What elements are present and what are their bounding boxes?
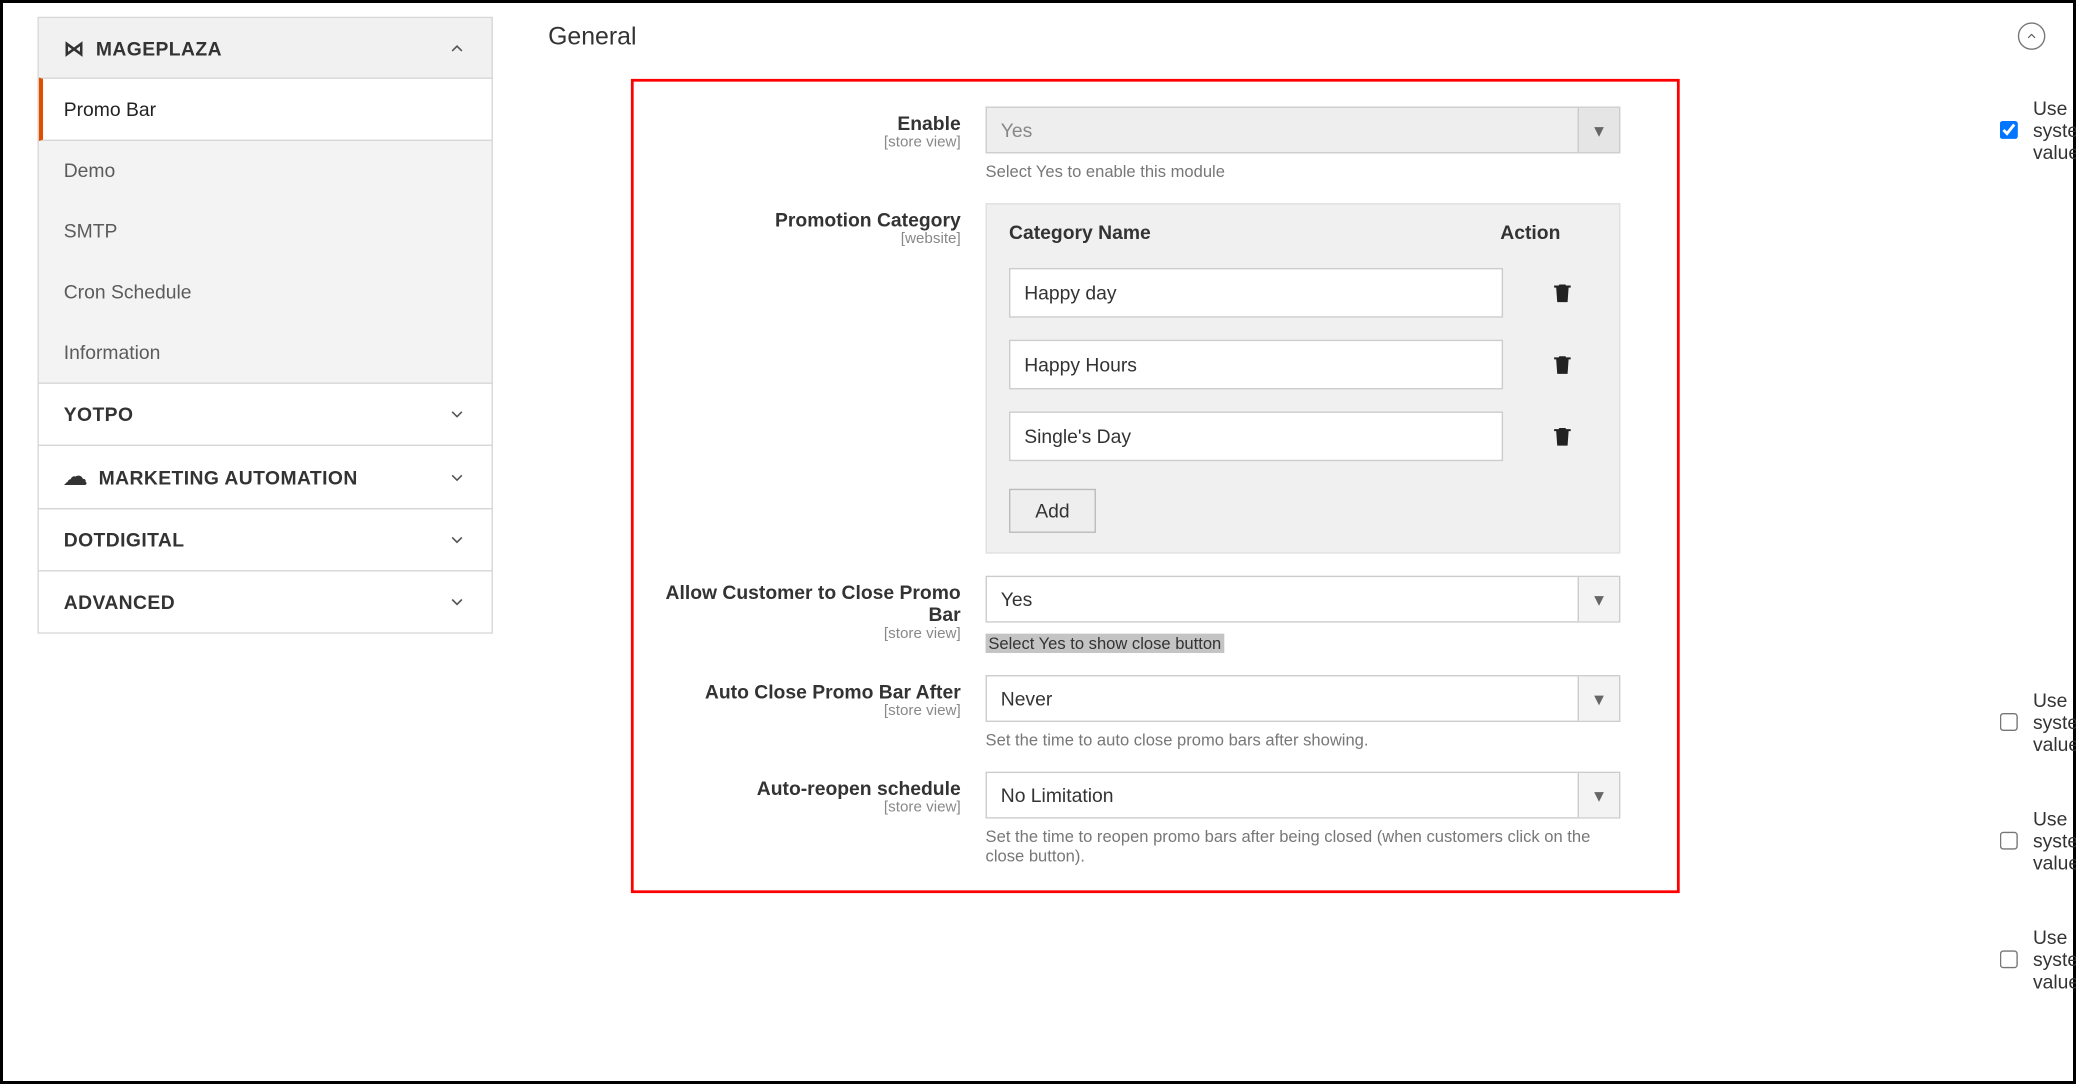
allow-close-select[interactable]: Yes ▾: [986, 576, 1621, 623]
use-system-label: Use system value: [2033, 689, 2076, 755]
sidebar-item-information[interactable]: Information: [39, 322, 492, 383]
chevron-down-icon: [447, 592, 466, 611]
field-note: Set the time to auto close promo bars af…: [986, 730, 1621, 749]
sidebar-group-label: YOTPO: [64, 403, 134, 425]
use-system-enable[interactable]: Use system value: [1994, 97, 2076, 163]
section-title: General: [548, 22, 2037, 51]
sidebar-group-label: ADVANCED: [64, 591, 175, 613]
sidebar-item-cron-schedule[interactable]: Cron Schedule: [39, 261, 492, 322]
field-label-auto-close: Auto Close Promo Bar After: [705, 681, 961, 703]
column-header-name: Category Name: [1009, 221, 1500, 243]
sidebar-group-marketing-automation[interactable]: ☁ MARKETING AUTOMATION: [39, 446, 492, 508]
select-value: No Limitation: [1001, 784, 1114, 806]
delete-row-button[interactable]: [1528, 280, 1597, 305]
use-system-auto-reopen[interactable]: Use system value: [1994, 926, 2076, 992]
sidebar: ⋈ MAGEPLAZA Promo Bar Demo SMTP Cron Sch…: [3, 3, 493, 1086]
field-note: Select Yes to show close button: [986, 634, 1224, 653]
field-note: Set the time to reopen promo bars after …: [986, 827, 1621, 866]
add-category-button[interactable]: Add: [1009, 489, 1096, 533]
promotion-category-table: Category Name Action: [986, 203, 1621, 554]
trash-icon: [1550, 280, 1575, 305]
select-value: Never: [1001, 687, 1053, 709]
field-note: Select Yes to enable this module: [986, 162, 1621, 181]
sidebar-group-label: MAGEPLAZA: [96, 38, 222, 60]
sidebar-group-yotpo[interactable]: YOTPO: [39, 384, 492, 445]
sidebar-sublist: Promo Bar Demo SMTP Cron Schedule Inform…: [39, 78, 492, 383]
highlight-region: Enable [store view] Yes ▾ Select Yes to …: [631, 79, 1680, 893]
caret-down-icon: ▾: [1578, 577, 1619, 621]
select-value: Yes: [1001, 588, 1033, 610]
select-value: Yes: [1001, 119, 1033, 141]
auto-reopen-select[interactable]: No Limitation ▾: [986, 772, 1621, 819]
field-scope: [store view]: [634, 703, 961, 720]
field-label-auto-reopen: Auto-reopen schedule: [757, 777, 961, 799]
trash-icon: [1550, 424, 1575, 449]
use-system-checkbox[interactable]: [2000, 830, 2018, 852]
caret-down-icon: ▾: [1578, 773, 1619, 817]
use-system-label: Use system value: [2033, 97, 2076, 163]
use-system-label: Use system value: [2033, 808, 2076, 874]
cloud-icon: ☁: [64, 465, 88, 488]
enable-select: Yes ▾: [986, 107, 1621, 154]
delete-row-button[interactable]: [1528, 424, 1597, 449]
category-name-input[interactable]: [1009, 340, 1503, 390]
field-scope: [store view]: [634, 799, 961, 816]
use-system-checkbox[interactable]: [2000, 119, 2018, 141]
category-name-input[interactable]: [1009, 411, 1503, 461]
field-label-promotion-category: Promotion Category: [775, 209, 961, 231]
chevron-down-icon: [447, 467, 466, 486]
use-system-auto-close[interactable]: Use system value: [1994, 808, 2076, 874]
field-label-allow-close: Allow Customer to Close Promo Bar: [666, 581, 961, 625]
sidebar-item-smtp[interactable]: SMTP: [39, 200, 492, 261]
sidebar-group-label: DOTDIGITAL: [64, 529, 185, 551]
caret-down-icon: ▾: [1578, 108, 1619, 152]
sidebar-group-advanced[interactable]: ADVANCED: [39, 572, 492, 633]
field-scope: [website]: [634, 231, 961, 248]
collapse-section-button[interactable]: [2018, 22, 2046, 50]
sidebar-group-mageplaza[interactable]: ⋈ MAGEPLAZA: [39, 18, 492, 79]
use-system-allow-close[interactable]: Use system value: [1994, 689, 2076, 755]
use-system-checkbox[interactable]: [2000, 948, 2018, 970]
column-header-action: Action: [1500, 221, 1597, 243]
chevron-down-icon: [447, 405, 466, 424]
field-scope: [store view]: [634, 625, 961, 642]
sidebar-item-promo-bar[interactable]: Promo Bar: [39, 78, 492, 141]
use-system-checkbox[interactable]: [2000, 711, 2018, 733]
sidebar-item-demo[interactable]: Demo: [39, 140, 492, 201]
sidebar-group-dotdigital[interactable]: DOTDIGITAL: [39, 509, 492, 570]
chevron-down-icon: [447, 530, 466, 549]
field-scope: [store view]: [634, 134, 961, 151]
field-label-enable: Enable: [897, 112, 960, 134]
auto-close-select[interactable]: Never ▾: [986, 675, 1621, 722]
delete-row-button[interactable]: [1528, 352, 1597, 377]
trash-icon: [1550, 352, 1575, 377]
sidebar-group-label: MARKETING AUTOMATION: [99, 466, 358, 488]
category-name-input[interactable]: [1009, 268, 1503, 318]
chevron-up-icon: [447, 39, 466, 58]
caret-down-icon: ▾: [1578, 676, 1619, 720]
main-panel: General Use system value Use system valu…: [493, 3, 2076, 1086]
mageplaza-icon: ⋈: [64, 38, 85, 59]
use-system-label: Use system value: [2033, 926, 2076, 992]
